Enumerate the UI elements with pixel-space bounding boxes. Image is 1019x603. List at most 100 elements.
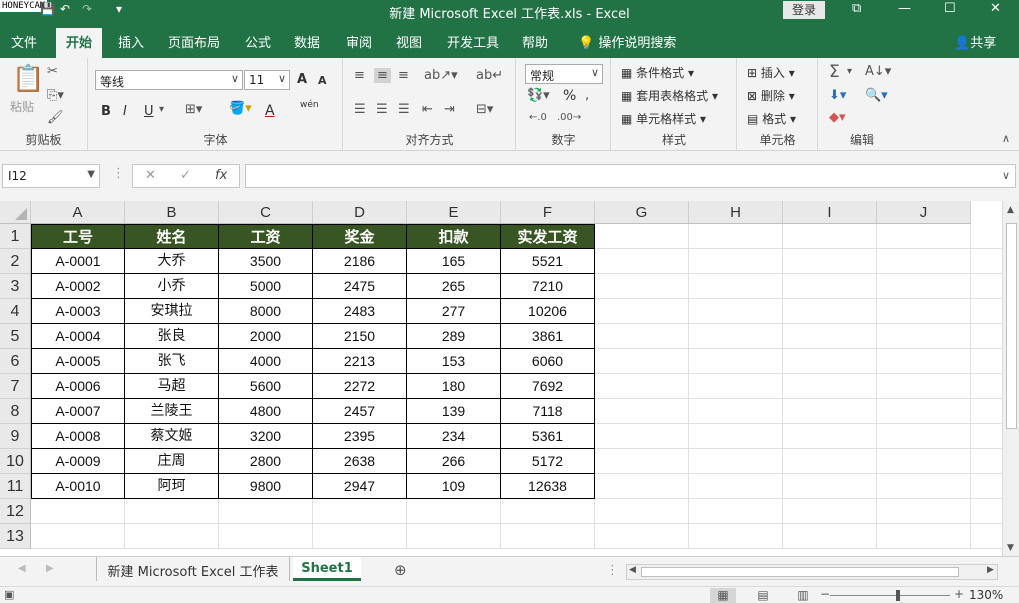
table-cell[interactable]: 5521 xyxy=(501,249,595,274)
table-cell[interactable]: 7692 xyxy=(501,374,595,399)
format-painter-icon[interactable]: 🖌 xyxy=(47,110,64,125)
align-center-icon[interactable]: ☰ xyxy=(376,102,388,117)
table-cell[interactable]: 3200 xyxy=(219,424,313,449)
column-header-d[interactable]: D xyxy=(313,201,407,224)
maximize-icon[interactable]: ☐ xyxy=(944,1,956,16)
expand-formula-icon[interactable]: ∨ xyxy=(1002,169,1010,182)
table-cell[interactable]: 180 xyxy=(407,374,501,399)
cell-styles-button[interactable]: ▦ 单元格样式 ▾ xyxy=(621,110,706,127)
table-cell[interactable]: A-0007 xyxy=(31,399,125,424)
sheet-tab-workbook[interactable]: 新建 Microsoft Excel 工作表 xyxy=(96,557,290,581)
column-header-j[interactable]: J xyxy=(877,201,971,224)
table-cell[interactable]: A-0006 xyxy=(31,374,125,399)
table-cell[interactable]: 9800 xyxy=(219,474,313,499)
table-cell[interactable]: 5361 xyxy=(501,424,595,449)
table-cell[interactable]: 153 xyxy=(407,349,501,374)
scroll-down-icon[interactable]: ▼ xyxy=(1007,543,1014,553)
merge-center-icon[interactable]: ⊟▾ xyxy=(476,102,493,117)
table-header-cell[interactable]: 工号 xyxy=(31,224,125,249)
row-header-13[interactable]: 13 xyxy=(0,524,31,549)
row-header-7[interactable]: 7 xyxy=(0,374,31,399)
table-cell[interactable]: 139 xyxy=(407,399,501,424)
table-cell[interactable]: 289 xyxy=(407,324,501,349)
scroll-right-icon[interactable]: ▶ xyxy=(987,565,994,575)
format-cells-button[interactable]: ▤ 格式 ▾ xyxy=(747,110,796,127)
row-header-9[interactable]: 9 xyxy=(0,424,31,449)
table-header-cell[interactable]: 奖金 xyxy=(313,224,407,249)
row-header-12[interactable]: 12 xyxy=(0,499,31,524)
horizontal-scrollbar[interactable]: ◀ ▶ xyxy=(626,564,998,580)
top-align-icon[interactable]: ≡ xyxy=(354,68,365,83)
zoom-out-icon[interactable]: − xyxy=(820,587,830,601)
tab-developer[interactable]: 开发工具 xyxy=(447,32,499,51)
zoom-slider[interactable] xyxy=(830,595,950,596)
table-cell[interactable]: 马超 xyxy=(125,374,219,399)
table-cell[interactable]: 5172 xyxy=(501,449,595,474)
delete-cells-button[interactable]: ⊠ 删除 ▾ xyxy=(747,87,795,104)
phonetic-button[interactable]: wén xyxy=(300,100,319,110)
table-cell[interactable]: 张飞 xyxy=(125,349,219,374)
tab-formulas[interactable]: 公式 xyxy=(245,32,271,51)
table-cell[interactable]: A-0008 xyxy=(31,424,125,449)
sort-filter-icon[interactable]: A↓▾ xyxy=(865,64,891,79)
autosum-icon[interactable]: Σ xyxy=(829,62,840,82)
grow-font-button[interactable]: A xyxy=(297,72,307,87)
table-cell[interactable]: 7210 xyxy=(501,274,595,299)
table-cell[interactable]: 277 xyxy=(407,299,501,324)
table-header-cell[interactable]: 工资 xyxy=(219,224,313,249)
table-cell[interactable]: A-0005 xyxy=(31,349,125,374)
align-right-icon[interactable]: ☰ xyxy=(398,102,410,117)
normal-view-icon[interactable]: ▦ xyxy=(710,588,736,603)
clear-icon[interactable]: ◆▾ xyxy=(829,110,846,125)
underline-button[interactable]: U xyxy=(144,104,154,119)
table-cell[interactable]: 2150 xyxy=(313,324,407,349)
macro-record-icon[interactable]: ▣ xyxy=(4,588,14,601)
horizontal-scroll-thumb[interactable] xyxy=(641,567,959,577)
find-select-icon[interactable]: 🔍▾ xyxy=(865,88,888,103)
tab-split-handle-icon[interactable]: ⋮ xyxy=(606,563,619,578)
row-header-2[interactable]: 2 xyxy=(0,249,31,274)
tab-help[interactable]: 帮助 xyxy=(522,32,548,51)
cut-icon[interactable]: ✂ xyxy=(47,64,58,79)
tell-me-search[interactable]: 💡 操作说明搜索 xyxy=(578,32,676,51)
format-as-table-button[interactable]: ▦ 套用表格格式 ▾ xyxy=(621,87,718,104)
row-header-1[interactable]: 1 xyxy=(0,224,31,249)
zoom-in-icon[interactable]: + xyxy=(954,587,964,601)
tab-file[interactable]: 文件 xyxy=(11,32,37,51)
row-header-10[interactable]: 10 xyxy=(0,449,31,474)
underline-dropdown-icon[interactable]: ▾ xyxy=(159,104,164,115)
table-cell[interactable]: 2000 xyxy=(219,324,313,349)
formula-input[interactable]: ∨ xyxy=(245,164,1016,188)
minimize-icon[interactable]: — xyxy=(898,1,911,16)
next-sheet-icon[interactable]: ▶ xyxy=(46,563,54,574)
column-header-g[interactable]: G xyxy=(595,201,689,224)
table-cell[interactable]: 2395 xyxy=(313,424,407,449)
tab-review[interactable]: 审阅 xyxy=(346,32,372,51)
table-cell[interactable]: 4000 xyxy=(219,349,313,374)
font-name-select[interactable]: 等线 ∨ xyxy=(95,70,243,90)
login-button[interactable]: 登录 xyxy=(783,1,825,19)
table-cell[interactable]: 2186 xyxy=(313,249,407,274)
page-layout-view-icon[interactable]: ▤ xyxy=(750,588,776,603)
paste-button[interactable]: 粘贴 xyxy=(10,98,34,115)
table-cell[interactable]: 蔡文姬 xyxy=(125,424,219,449)
increase-indent-icon[interactable]: ⇥ xyxy=(444,102,455,117)
paste-icon[interactable]: 📋 xyxy=(12,64,44,94)
table-cell[interactable]: 6060 xyxy=(501,349,595,374)
table-cell[interactable]: 234 xyxy=(407,424,501,449)
sheet-tab-sheet1[interactable]: Sheet1 xyxy=(293,557,361,581)
copy-icon[interactable]: ⎘▾ xyxy=(47,88,64,103)
column-header-f[interactable]: F xyxy=(501,201,595,224)
share-button[interactable]: 👤共享 xyxy=(954,32,996,51)
row-header-5[interactable]: 5 xyxy=(0,324,31,349)
middle-align-icon[interactable]: ≡ xyxy=(374,68,391,83)
select-all-button[interactable] xyxy=(0,201,31,224)
row-header-11[interactable]: 11 xyxy=(0,474,31,499)
collapse-ribbon-icon[interactable]: ∧ xyxy=(1002,132,1010,145)
decrease-indent-icon[interactable]: ⇤ xyxy=(422,102,433,117)
table-cell[interactable]: A-0003 xyxy=(31,299,125,324)
table-cell[interactable]: 2483 xyxy=(313,299,407,324)
table-cell[interactable]: A-0010 xyxy=(31,474,125,499)
font-size-select[interactable]: 11 ∨ xyxy=(244,70,290,90)
column-header-i[interactable]: I xyxy=(783,201,877,224)
